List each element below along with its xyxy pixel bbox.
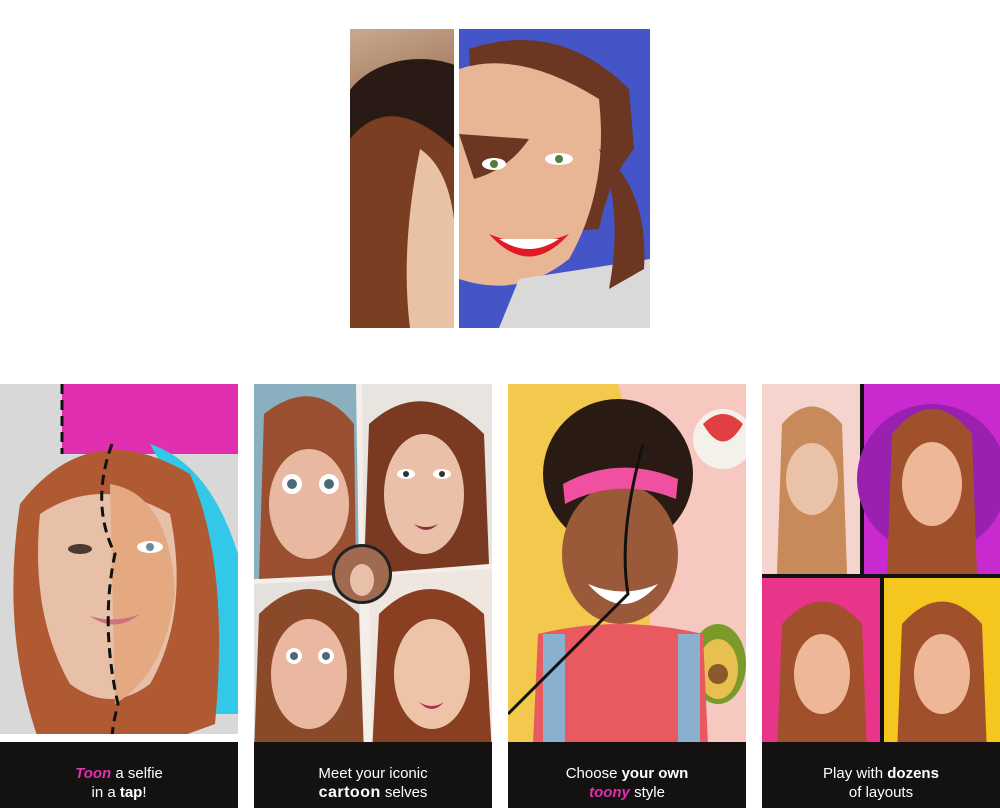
- card-1-caption: Toon a selfie in a tap!: [0, 764, 238, 802]
- caption-text: Meet your iconic: [318, 765, 428, 782]
- caption-text: selves: [380, 784, 428, 801]
- feature-card-toony-style: Choose your own toony style: [508, 384, 746, 808]
- hero-photo-half: [350, 29, 500, 328]
- feature-card-cartoon-selves: Meet your iconic cartoon selves: [254, 384, 492, 808]
- hero-cartoon-half: [459, 29, 650, 328]
- caption-bold: cartoon: [318, 784, 381, 801]
- caption-text: !: [142, 784, 147, 801]
- caption-text: in a: [91, 784, 120, 801]
- caption-text: Play with: [823, 765, 888, 782]
- caption-text: a selfie: [111, 765, 163, 782]
- feature-card-toon-selfie: Toon a selfie in a tap!: [0, 384, 238, 808]
- caption-text: Choose: [565, 765, 622, 782]
- caption-text: of layouts: [848, 784, 914, 801]
- card-4-caption: Play with dozens of layouts: [762, 764, 1000, 802]
- caption-highlight: Toon: [75, 765, 112, 782]
- hero-divider-line: [454, 29, 459, 328]
- hero-before-after-image: [350, 29, 650, 328]
- feature-card-layouts: Play with dozens of layouts: [762, 384, 1000, 808]
- caption-bold: tap: [119, 784, 143, 801]
- caption-text: style: [629, 784, 665, 801]
- caption-bold: your own: [621, 765, 689, 782]
- caption-highlight: toony: [589, 784, 630, 801]
- card-2-caption: Meet your iconic cartoon selves: [254, 764, 492, 802]
- card-3-caption: Choose your own toony style: [508, 764, 746, 802]
- caption-bold: dozens: [887, 765, 939, 782]
